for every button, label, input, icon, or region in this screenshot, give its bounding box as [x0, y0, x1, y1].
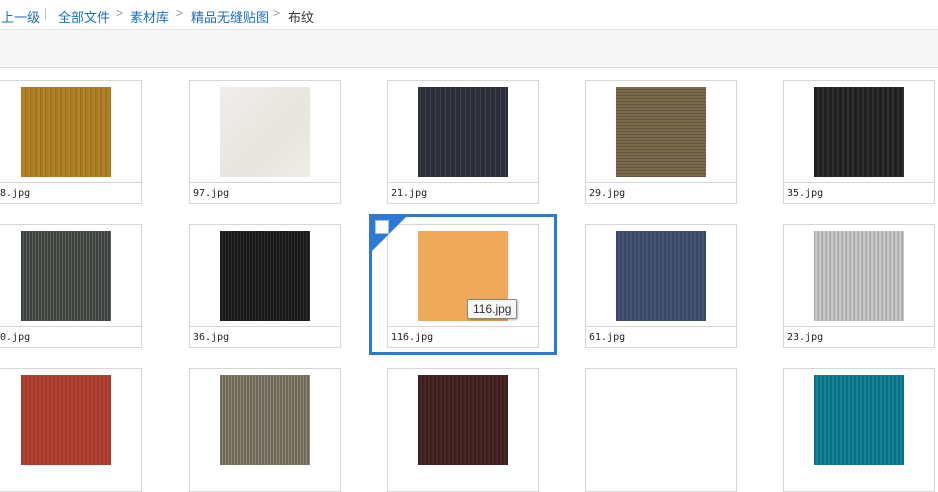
- file-tile[interactable]: [585, 368, 737, 492]
- breadcrumb-link-seamless-textures[interactable]: 精品无缝贴图: [191, 7, 269, 26]
- file-thumbnail: [220, 375, 310, 465]
- file-name: 97.jpg: [193, 188, 230, 199]
- file-tile[interactable]: 30.jpg: [0, 224, 142, 348]
- file-tile[interactable]: 36.jpg: [189, 224, 341, 348]
- select-checkbox[interactable]: [375, 220, 389, 234]
- file-tile[interactable]: 23.jpg: [783, 224, 935, 348]
- file-thumbnail: [220, 87, 310, 177]
- file-thumbnail: [21, 87, 111, 177]
- breadcrumb-separator: >: [273, 6, 281, 20]
- file-name: 23.jpg: [787, 332, 824, 343]
- caption-divider: [784, 182, 934, 183]
- file-tile[interactable]: 61.jpg: [585, 224, 737, 348]
- file-tile[interactable]: [189, 368, 341, 492]
- file-thumbnail: [814, 87, 904, 177]
- filename-tooltip: 116.jpg: [467, 299, 518, 319]
- file-name: 29.jpg: [589, 188, 626, 199]
- file-tile[interactable]: [783, 368, 935, 492]
- caption-divider: [190, 182, 340, 183]
- file-name: 21.jpg: [391, 188, 428, 199]
- breadcrumb-separator: >: [116, 6, 124, 20]
- file-tile[interactable]: 97.jpg: [189, 80, 341, 204]
- caption-divider: [388, 326, 538, 327]
- file-tile[interactable]: 29.jpg: [585, 80, 737, 204]
- file-name: 35.jpg: [787, 188, 824, 199]
- breadcrumb-link-material-library[interactable]: 素材库: [130, 7, 169, 26]
- breadcrumb-separator: >: [176, 6, 184, 20]
- breadcrumb: 返回上一级 | 全部文件 > 素材库 > 精品无缝贴图 > 布纹: [0, 0, 938, 29]
- breadcrumb-current-folder: 布纹: [288, 10, 315, 25]
- file-tile[interactable]: [387, 368, 539, 492]
- caption-divider: [388, 182, 538, 183]
- caption-divider: [190, 326, 340, 327]
- file-thumbnail: [220, 231, 310, 321]
- file-name: 30.jpg: [0, 332, 31, 343]
- file-name: 18.jpg: [0, 188, 31, 199]
- caption-divider: [784, 326, 934, 327]
- breadcrumb-root-link[interactable]: 全部文件: [58, 7, 110, 26]
- caption-divider: [0, 182, 141, 183]
- caption-divider: [586, 326, 736, 327]
- file-tile[interactable]: [0, 368, 142, 492]
- file-thumbnail: [21, 231, 111, 321]
- file-thumbnail: [814, 231, 904, 321]
- file-thumbnail: [616, 231, 706, 321]
- caption-divider: [586, 182, 736, 183]
- file-tile[interactable]: 21.jpg: [387, 80, 539, 204]
- file-tile[interactable]: 35.jpg: [783, 80, 935, 204]
- caption-divider: [0, 326, 141, 327]
- file-tile-selected[interactable]: 116.jpg: [387, 224, 539, 348]
- file-name: 116.jpg: [391, 332, 434, 343]
- file-thumbnail: [616, 87, 706, 177]
- file-thumbnail: [418, 375, 508, 465]
- file-name: 36.jpg: [193, 332, 230, 343]
- file-thumbnail: [418, 87, 508, 177]
- file-thumbnail: [814, 375, 904, 465]
- breadcrumb-divider: |: [44, 6, 48, 20]
- breadcrumb-back-link[interactable]: 返回上一级: [0, 7, 40, 26]
- file-thumbnail: [21, 375, 111, 465]
- file-tile[interactable]: 18.jpg: [0, 80, 142, 204]
- toolbar: [0, 29, 938, 68]
- file-grid: 18.jpg 97.jpg 21.jpg 29.jpg 35.jpg 30.jp…: [0, 69, 938, 492]
- file-name: 61.jpg: [589, 332, 626, 343]
